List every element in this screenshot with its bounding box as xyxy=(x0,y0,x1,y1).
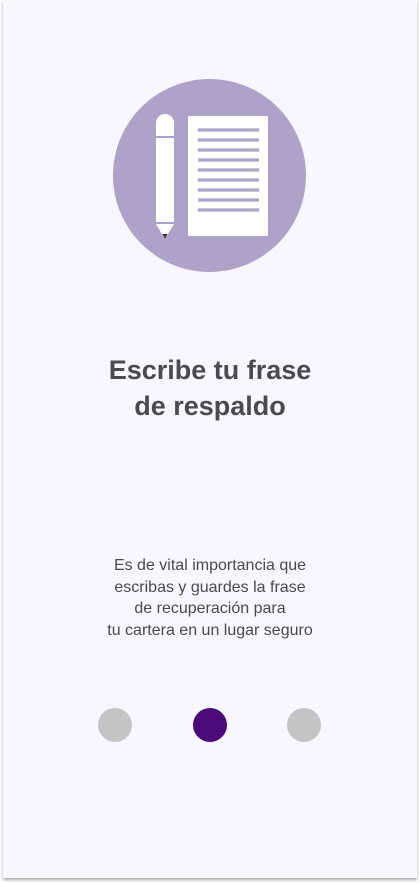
description-line: Es de vital importancia que xyxy=(113,557,307,574)
description-line: escribas y guardes la frase xyxy=(114,578,306,596)
illustration-circle xyxy=(113,79,306,272)
pencil-and-paper-icon xyxy=(156,114,268,239)
title-line: de respaldo xyxy=(134,391,286,421)
onboarding-screen: Escribe tu frase de respaldo Es de vital… xyxy=(3,0,417,878)
onboarding-title: Escribe tu frase de respaldo xyxy=(3,352,417,424)
description-line: de recuperación para xyxy=(134,600,286,617)
description-line: tu cartera en un lugar seguro xyxy=(107,621,313,639)
onboarding-description: Es de vital importancia que escribas y g… xyxy=(3,555,417,641)
page-dot-1[interactable] xyxy=(98,708,132,742)
title-line: Escribe tu frase xyxy=(108,355,312,385)
page-dot-3[interactable] xyxy=(287,708,321,742)
page-dot-2[interactable] xyxy=(193,708,227,742)
